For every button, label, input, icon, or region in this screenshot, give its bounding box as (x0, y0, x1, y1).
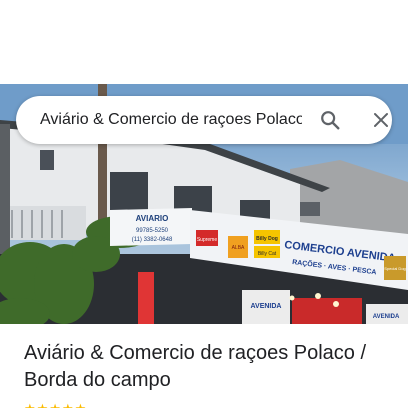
lower-sign-1-label: AVENIDA (251, 303, 282, 310)
search-input[interactable] (40, 96, 302, 144)
brand-2-label: Billy Dog (256, 236, 278, 242)
left-sign-phone-1: 99785-5250 (136, 228, 169, 234)
ceiling-light-1 (315, 293, 321, 299)
brand-1-label: Supreme (197, 237, 218, 243)
close-icon (374, 113, 388, 127)
star-rating-icon: ★★★★★ (24, 402, 87, 408)
ceiling-light-3 (289, 295, 295, 301)
place-title: Aviário & Comercio de raçoes Polaco / Bo… (24, 342, 367, 391)
ceiling-light-2 (333, 301, 339, 307)
brand-4-label: ALBA (232, 245, 245, 251)
lower-sign-2-label: AVENIDA (373, 314, 400, 320)
top-blank-area (0, 0, 408, 84)
search-icon (321, 111, 340, 130)
search-bar[interactable] (16, 96, 392, 144)
left-sign-phone-2: (11) 3382-0648 (132, 237, 173, 243)
brand-3-label: Billy Cat (258, 251, 277, 257)
rating-row[interactable]: ★★★★★ (24, 402, 224, 408)
small-window (40, 150, 54, 170)
clear-search-button[interactable] (365, 104, 397, 136)
balcony (6, 206, 86, 240)
left-sign-name: AVIARIO (136, 214, 169, 223)
brand-5-label: Special Dog (384, 266, 406, 271)
red-storefront (292, 298, 362, 324)
search-button[interactable] (314, 104, 346, 136)
red-column (138, 272, 154, 324)
